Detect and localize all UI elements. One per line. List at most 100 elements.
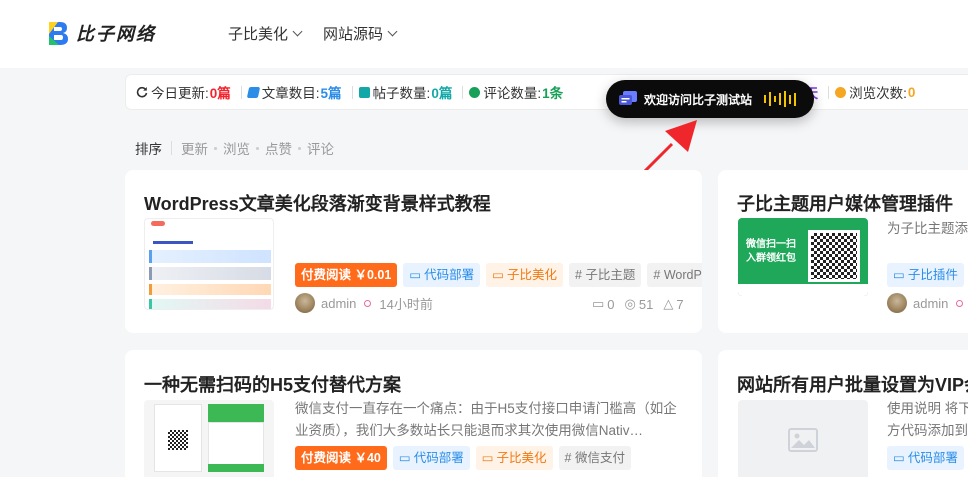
tag-label: 代码部署 [424,268,475,282]
post-title[interactable]: WordPress文章美化段落渐变背景样式教程 [144,190,491,216]
tag-label: 代码部署 [907,451,958,465]
stat-today: 今日更新: 0篇 [136,82,231,102]
nav-item-label: 子比美化 [228,26,289,43]
tag-zibi-theme[interactable]: # 子比主题 [568,263,642,287]
refresh-icon [136,86,148,98]
site-name: 比子网络 [76,24,156,44]
stat-articles: 文章数目: 5篇 [246,82,342,102]
author-name[interactable]: admin [913,296,948,311]
stat-posts: 帖子数量: 0篇 [358,82,453,102]
nav-item-site-source[interactable]: 网站源码 [323,23,398,44]
image-placeholder-icon [788,428,818,452]
post-thumbnail[interactable]: 微信扫一扫 入群领红包 [738,218,868,296]
logo-mark-icon [46,20,70,46]
post-card[interactable]: 网站所有用户批量设置为VIP会 使用说明 将下方代码添加到主题的function… [718,350,968,477]
separator-dot [214,146,217,150]
post-card[interactable]: 子比主题用户媒体管理插件 微信扫一扫 入群领红包 为子比主题添加用户媒体管理功能… [718,170,968,333]
post-meta: admin 14小时前 [295,293,433,313]
post-title[interactable]: 网站所有用户批量设置为VIP会 [737,371,968,397]
folder-icon: ▭ [398,451,411,465]
tag-wordpress[interactable]: # WordPr [647,263,702,287]
sort-option-comments[interactable]: 评论 [307,138,334,158]
tag-label: 子比插件 [907,268,958,282]
paid-read-badge[interactable]: 付费阅读 ￥40 [295,446,387,470]
sort-option-views[interactable]: 浏览 [223,138,250,158]
tag-code-deploy[interactable]: ▭ 代码部署 [392,446,470,470]
tag-wechat-pay[interactable]: # 微信支付 [558,446,631,470]
post-tags: 付费阅读 ￥0.01 ▭ 代码部署 ▭ 子比美化 # 子比主题 # WordPr [295,263,702,287]
stat-label: 帖子数量: [372,86,431,101]
tag-zibi-beautify[interactable]: ▭ 子比美化 [475,446,553,470]
post-card[interactable]: 一种无需扫码的H5支付替代方案 微信支付一直存在一个痛点：由于H5支付接口申请门… [125,350,702,477]
comment-icon [469,86,481,98]
main-nav: 子比美化 网站源码 [228,23,398,44]
stat-comments: 评论数量: 1条 [469,82,563,102]
like-count-value: 7 [676,296,684,312]
qr-code-icon [168,430,188,450]
author-name[interactable]: admin [321,296,356,311]
tag-label: 子比美化 [496,451,547,465]
divider [462,85,464,99]
site-logo[interactable]: 比子网络 [46,20,156,46]
comment-count-value: 0 [607,296,615,312]
post-thumbnail[interactable] [144,400,274,477]
folder-icon: ▭ [893,268,905,282]
nav-item-label: 网站源码 [323,26,384,43]
divider [351,85,353,99]
thumbnail-text: 微信扫一扫 入群领红包 [746,239,796,264]
post-title[interactable]: 子比主题用户媒体管理插件 [737,190,953,216]
tag-code-deploy[interactable]: ▭ 代码部署 [403,263,481,287]
chevron-down-icon [387,26,398,37]
folder-icon: ▭ [492,268,504,282]
tag-code-deploy[interactable]: ▭ 代码部署 [887,446,964,470]
avatar[interactable] [295,293,315,313]
tag-zibi-plugin[interactable]: ▭ 子比插件 [887,263,964,287]
post-thumbnail[interactable] [738,400,868,477]
eye-icon [835,86,847,98]
stat-label: 文章数目: [261,86,320,101]
post-thumbnail[interactable] [144,218,274,310]
view-count-value: 51 [638,296,654,312]
sort-option-update[interactable]: 更新 [181,138,208,158]
popup-text: 欢迎访问比子测试站 [644,92,753,107]
stat-views: 浏览次数: 0 [835,82,915,102]
post-icon [358,86,370,98]
stat-label: 评论数量: [483,86,542,101]
stat-label: 浏览次数: [849,86,907,101]
qr-code-icon [808,230,860,282]
site-header: 比子网络 子比美化 网站源码 [0,0,968,68]
sort-bar: 排序 更新 浏览 点赞 评论 [135,138,334,158]
book-icon [246,86,260,98]
comment-icon: ▭ [592,296,605,311]
post-excerpt: 为子比主题添加用户媒体管理功能，管理用户上传的媒体文件 [887,221,968,236]
folder-icon: ▭ [409,268,422,282]
folder-icon: ▭ [893,451,905,465]
post-excerpt: 使用说明 将下方代码添加到主题的functions.php或者content/t… [887,401,968,438]
view-count: ◎ 51 [625,296,654,312]
site-stats-bar: 今日更新: 0篇 文章数目: 5篇 帖子数量: 0篇 评论数量: 1条 791天… [125,74,968,110]
stat-label: 今日更新: [151,86,209,101]
paid-read-badge[interactable]: 付费阅读 ￥0.01 [295,263,398,287]
stat-value: 1条 [542,86,564,101]
stat-value: 0篇 [431,86,453,101]
post-time: 14小时前 [379,296,433,312]
nav-item-zibi-beautify[interactable]: 子比美化 [228,23,303,44]
welcome-popup[interactable]: 欢迎访问比子测试站 [606,80,814,118]
separator-dot [256,146,259,150]
post-counts: ▭ 0 ◎ 51 △ 7 [592,296,684,312]
post-card[interactable]: WordPress文章美化段落渐变背景样式教程 付费阅读 ￥0.01 ▭ 代码部署… [125,170,702,333]
thumbs-up-icon: △ [663,296,674,311]
like-count: △ 7 [663,296,683,312]
stat-value: 5篇 [320,86,342,101]
tag-label: 代码部署 [413,451,464,465]
divider [171,141,172,155]
folder-icon: ▭ [481,451,494,465]
sort-option-likes[interactable]: 点赞 [265,138,292,158]
audio-bars-icon [764,91,797,107]
tag-label: 子比美化 [506,268,557,282]
chevron-down-icon [292,26,303,37]
tag-zibi-beautify[interactable]: ▭ 子比美化 [486,263,563,287]
post-tags: ▭ 子比插件 [887,263,964,287]
post-title[interactable]: 一种无需扫码的H5支付替代方案 [144,371,401,397]
avatar[interactable] [887,293,907,313]
